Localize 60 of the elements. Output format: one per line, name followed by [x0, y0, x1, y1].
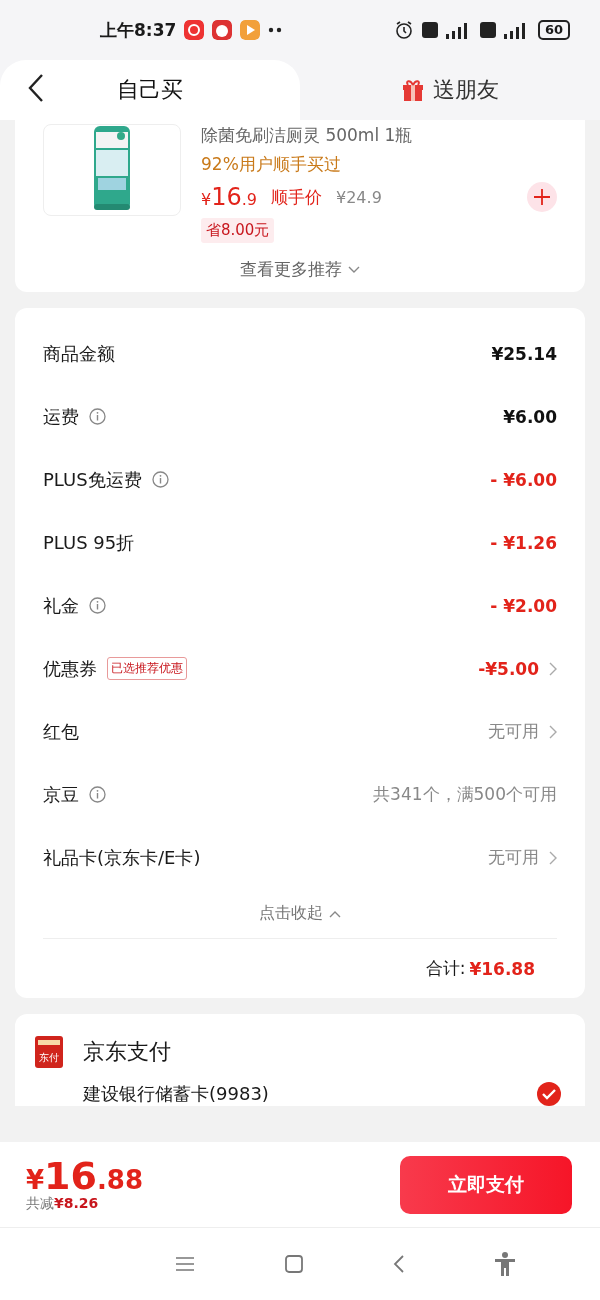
home-icon[interactable]	[283, 1254, 304, 1274]
app-icon	[240, 20, 261, 40]
back-icon[interactable]	[28, 73, 44, 103]
row-label: 红包	[43, 719, 79, 744]
row-label: 运费	[43, 404, 79, 429]
chevron-right-icon	[549, 724, 557, 739]
add-icon[interactable]	[527, 182, 557, 212]
row-value: - ¥2.00	[490, 595, 557, 616]
info-icon[interactable]	[89, 786, 106, 803]
saving-badge: 省8.00元	[201, 218, 275, 243]
saved-amount: 共减¥8.26	[26, 1194, 100, 1213]
info-icon[interactable]	[89, 597, 106, 614]
row-value: - ¥6.00	[490, 469, 557, 490]
payment-title: 京东支付	[83, 1038, 171, 1066]
original-price: ¥24.9	[336, 187, 382, 207]
info-icon[interactable]	[151, 471, 169, 488]
tab[interactable]: 送朋友	[300, 60, 600, 120]
gift-icon	[401, 78, 425, 102]
row-value[interactable]: -¥5.00	[478, 658, 539, 679]
chevron-up-icon	[329, 909, 341, 918]
row-value: ¥6.00	[503, 406, 557, 427]
row-label: 优惠券	[43, 656, 97, 681]
battery-level: 60	[537, 20, 570, 40]
chevron-right-icon	[549, 850, 557, 865]
row-value[interactable]: 无可用	[488, 720, 539, 743]
row-label: 礼金	[43, 593, 79, 618]
product-tag: 92%用户顺手买过	[201, 153, 557, 176]
row-value: - ¥1.26	[490, 532, 557, 553]
checkmark-icon[interactable]	[537, 1082, 561, 1106]
product-name: 除菌免刷洁厕灵 500ml 1瓶	[201, 124, 414, 147]
row-label: 京豆	[43, 782, 79, 807]
tab[interactable]: 自己买	[0, 60, 300, 120]
row-label: PLUS免运费	[43, 467, 142, 492]
total-value: ¥16.88	[469, 958, 535, 979]
accessibility-icon[interactable]	[493, 1252, 516, 1276]
app-icon	[184, 20, 205, 40]
chevron-down-icon	[348, 265, 360, 274]
pay-logo-icon: 东付	[35, 1036, 63, 1068]
price-label: 顺手价	[271, 185, 322, 209]
chevron-right-icon	[549, 661, 557, 676]
app-icon	[212, 20, 233, 40]
menu-icon[interactable]	[174, 1256, 195, 1272]
info-icon[interactable]	[89, 408, 106, 425]
row-value: 共341个，满500个可用	[373, 783, 557, 806]
row-value: ¥25.14	[491, 343, 557, 364]
collapse-link[interactable]: 点击收起	[259, 889, 341, 938]
bank-card-name: 建设银行储蓄卡(9983)	[83, 1082, 269, 1106]
clock-time: 上午8:37	[100, 18, 177, 42]
total-label: 合计:	[425, 957, 466, 980]
product-price: ¥16.9	[201, 183, 257, 211]
row-value[interactable]: 无可用	[488, 846, 539, 869]
alarm-icon	[393, 20, 414, 40]
row-label: PLUS 95折	[43, 530, 135, 555]
total-price: ¥16.88	[26, 1156, 144, 1195]
coupon-badge: 已选推荐优惠	[107, 657, 187, 680]
row-label: 商品金额	[43, 341, 115, 366]
more-dots-icon	[268, 27, 283, 33]
row-label: 礼品卡(京东卡/E卡)	[43, 845, 201, 870]
more-recommendations-link[interactable]: 查看更多推荐	[234, 257, 366, 282]
pay-button[interactable]: 立即支付	[400, 1155, 572, 1214]
